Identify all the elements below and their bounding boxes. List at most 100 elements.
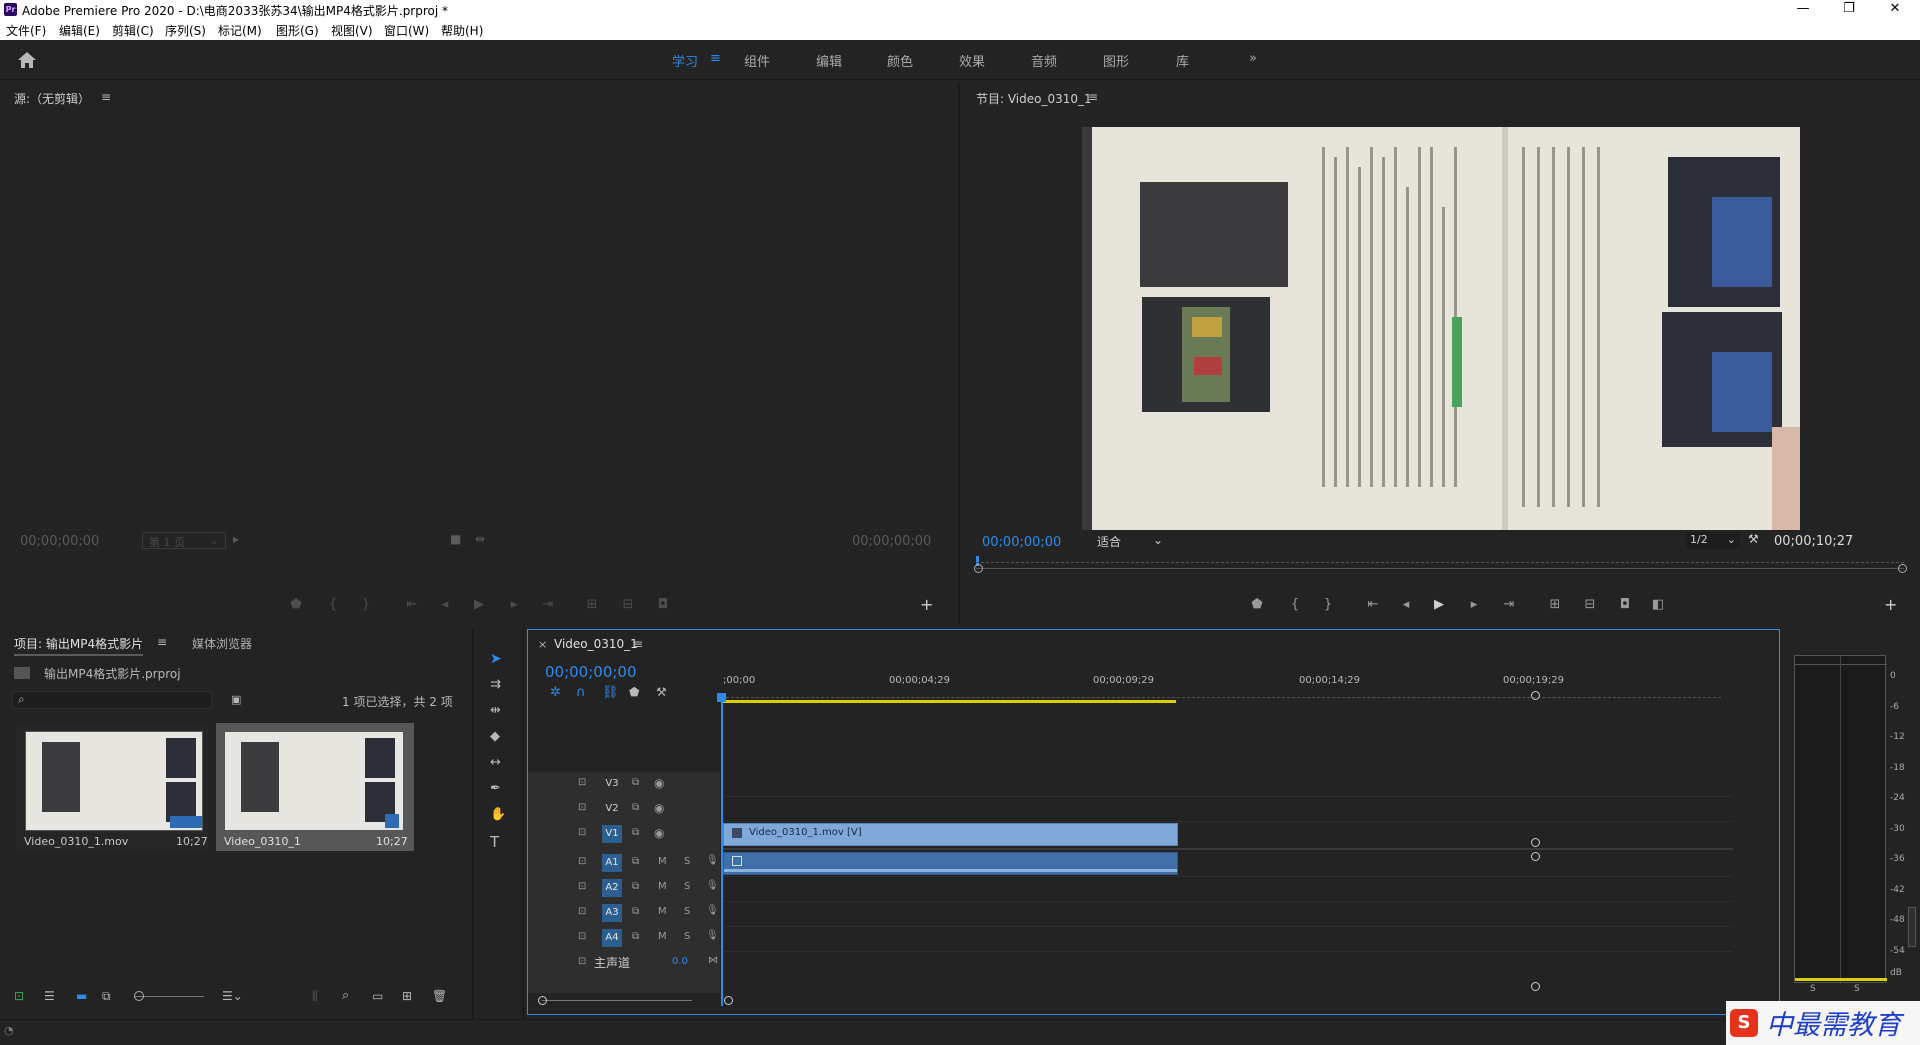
workspace-learning[interactable]: 学习 bbox=[672, 51, 698, 70]
vscroll-handle[interactable] bbox=[1531, 982, 1540, 991]
panel-menu-icon[interactable]: ≡ bbox=[101, 90, 111, 104]
export-frame-icon[interactable]: ◘ bbox=[653, 597, 673, 612]
track-lock-icon[interactable]: ⊡ bbox=[578, 827, 586, 838]
time-ruler[interactable]: ;00;00 00;00;04;29 00;00;09;29 00;00;14;… bbox=[721, 675, 1771, 703]
meter-scrollbar[interactable] bbox=[1908, 907, 1916, 947]
hand-tool-icon[interactable]: ✋ bbox=[490, 807, 506, 822]
track-lock-icon[interactable]: ⊡ bbox=[578, 777, 586, 788]
selection-tool-icon[interactable]: ➤ bbox=[490, 651, 502, 667]
track-target[interactable]: A4 bbox=[602, 929, 622, 947]
solo-right-button[interactable]: S bbox=[1854, 984, 1860, 994]
tab-project[interactable]: 项目: 输出MP4格式影片 bbox=[14, 635, 144, 656]
mark-out-icon[interactable]: } bbox=[356, 597, 376, 612]
icon-view-icon[interactable]: ▬ bbox=[76, 989, 87, 1003]
project-item-sequence[interactable]: Video_0310_1 10;27 bbox=[216, 723, 414, 851]
zoom-handle-left[interactable] bbox=[974, 564, 983, 573]
resolution-select[interactable]: 1/2 ⌄ bbox=[1686, 532, 1740, 549]
vscroll-handle[interactable] bbox=[1531, 838, 1540, 847]
timeline-zoom-bar[interactable] bbox=[542, 1000, 692, 1001]
microphone-icon[interactable]: 🎙 bbox=[706, 880, 719, 891]
playhead-handle[interactable] bbox=[717, 693, 726, 702]
play-icon[interactable]: ▶ bbox=[469, 597, 489, 612]
play-triangle-icon[interactable]: ▸ bbox=[233, 532, 239, 546]
page-select[interactable]: 第 1 页 ⌄ bbox=[142, 532, 226, 549]
close-button[interactable]: ✕ bbox=[1872, 0, 1918, 20]
new-item-icon[interactable]: ⊞ bbox=[402, 989, 412, 1003]
mute-button[interactable]: M bbox=[658, 906, 667, 917]
mark-in-icon[interactable]: { bbox=[323, 597, 343, 612]
workspace-editing[interactable]: 编辑 bbox=[816, 51, 842, 70]
trash-icon[interactable]: 🗑 bbox=[432, 989, 447, 1003]
track-target[interactable]: A3 bbox=[602, 904, 622, 922]
zoom-handle-left[interactable] bbox=[538, 996, 547, 1005]
toggle-output-eye-icon[interactable]: ◉ bbox=[654, 776, 664, 790]
microphone-icon[interactable]: 🎙 bbox=[706, 930, 719, 941]
sync-lock-icon[interactable]: ⧉ bbox=[632, 931, 639, 942]
new-bin-from-search-icon[interactable]: ▣ bbox=[231, 693, 241, 706]
step-back-icon[interactable]: ◂ bbox=[1396, 597, 1416, 612]
track-lock-icon[interactable]: ⊡ bbox=[578, 931, 586, 942]
automate-to-sequence-icon[interactable]: ⫼ bbox=[312, 989, 318, 1004]
microphone-icon[interactable]: 🎙 bbox=[706, 905, 719, 916]
mark-in-icon[interactable]: { bbox=[1285, 597, 1305, 612]
track-lanes[interactable]: Video_0310_1.mov [V] bbox=[723, 772, 1733, 993]
overwrite-icon[interactable]: ⊟ bbox=[618, 597, 638, 612]
master-volume[interactable]: 0.0 bbox=[672, 956, 688, 967]
export-frame-icon[interactable]: ◘ bbox=[1615, 597, 1635, 612]
zoom-handle-right[interactable] bbox=[1898, 564, 1907, 573]
sync-lock-icon[interactable]: ⧉ bbox=[632, 906, 639, 917]
add-marker-icon[interactable]: ⬟ bbox=[1247, 597, 1267, 612]
freeform-view-icon[interactable]: ⧉ bbox=[102, 989, 111, 1004]
track-target[interactable]: A2 bbox=[602, 879, 622, 897]
insert-nested-icon[interactable]: ✲ bbox=[550, 685, 561, 700]
workspace-audio[interactable]: 音频 bbox=[1031, 51, 1057, 70]
panel-menu-icon[interactable]: ≡ bbox=[1088, 90, 1098, 104]
vscroll-handle[interactable] bbox=[1531, 691, 1540, 700]
track-target[interactable]: V2 bbox=[602, 800, 622, 818]
solo-button[interactable]: S bbox=[684, 856, 690, 867]
track-target[interactable]: V1 bbox=[602, 825, 622, 843]
solo-button[interactable]: S bbox=[684, 931, 690, 942]
workspace-menu-icon[interactable]: ≡ bbox=[710, 51, 721, 66]
zoom-slider-handle[interactable] bbox=[134, 991, 144, 1001]
sync-lock-icon[interactable]: ⧉ bbox=[632, 881, 639, 892]
sync-lock-icon[interactable]: ⧉ bbox=[632, 802, 639, 813]
workspace-color[interactable]: 颜色 bbox=[887, 51, 913, 70]
track-select-tool-icon[interactable]: ⇉ bbox=[490, 677, 501, 692]
sync-lock-icon[interactable]: ⧉ bbox=[632, 777, 639, 788]
ripple-edit-tool-icon[interactable]: ⇹ bbox=[490, 703, 501, 718]
panel-menu-icon[interactable]: ≡ bbox=[157, 635, 167, 649]
vscroll-handle[interactable] bbox=[1531, 852, 1540, 861]
menu-markers[interactable]: 标记(M) bbox=[218, 22, 262, 39]
sync-lock-icon[interactable]: ⧉ bbox=[632, 856, 639, 867]
type-tool-icon[interactable]: T bbox=[490, 833, 499, 851]
panel-menu-icon[interactable]: ≡ bbox=[633, 637, 643, 651]
solo-left-button[interactable]: S bbox=[1810, 984, 1816, 994]
go-to-in-icon[interactable]: ⇤ bbox=[402, 597, 422, 612]
track-lock-icon[interactable]: ⊡ bbox=[578, 906, 586, 917]
add-marker-icon[interactable]: ⬟ bbox=[629, 685, 639, 699]
workspace-effects[interactable]: 效果 bbox=[959, 51, 985, 70]
step-back-icon[interactable]: ◂ bbox=[435, 597, 455, 612]
solo-button[interactable]: S bbox=[684, 906, 690, 917]
workspace-libraries[interactable]: 库 bbox=[1176, 51, 1189, 70]
insert-icon[interactable]: ⊞ bbox=[582, 597, 602, 612]
menu-graphics[interactable]: 图形(G) bbox=[276, 22, 319, 39]
track-lock-icon[interactable]: ⊡ bbox=[578, 856, 586, 867]
slip-tool-icon[interactable]: ↔ bbox=[490, 755, 501, 770]
lock-icon[interactable]: ⊡ bbox=[14, 989, 24, 1003]
new-bin-icon[interactable]: ▭ bbox=[372, 989, 383, 1003]
video-clip[interactable]: Video_0310_1.mov [V] bbox=[723, 823, 1178, 846]
toggle-output-eye-icon[interactable]: ◉ bbox=[654, 801, 664, 815]
track-target[interactable]: A1 bbox=[602, 854, 622, 872]
go-to-out-icon[interactable]: ⇥ bbox=[1499, 597, 1519, 612]
close-tab-icon[interactable]: × bbox=[538, 638, 547, 651]
go-to-out-icon[interactable]: ⋈ bbox=[708, 955, 718, 966]
microphone-icon[interactable]: 🎙 bbox=[706, 855, 719, 866]
go-to-out-icon[interactable]: ⇥ bbox=[538, 597, 558, 612]
track-lock-icon[interactable]: ⊡ bbox=[578, 802, 586, 813]
track-target[interactable]: V3 bbox=[602, 775, 622, 793]
solo-button[interactable]: S bbox=[684, 881, 690, 892]
snap-icon[interactable]: ∩ bbox=[576, 685, 586, 700]
workspace-assembly[interactable]: 组件 bbox=[744, 51, 770, 70]
